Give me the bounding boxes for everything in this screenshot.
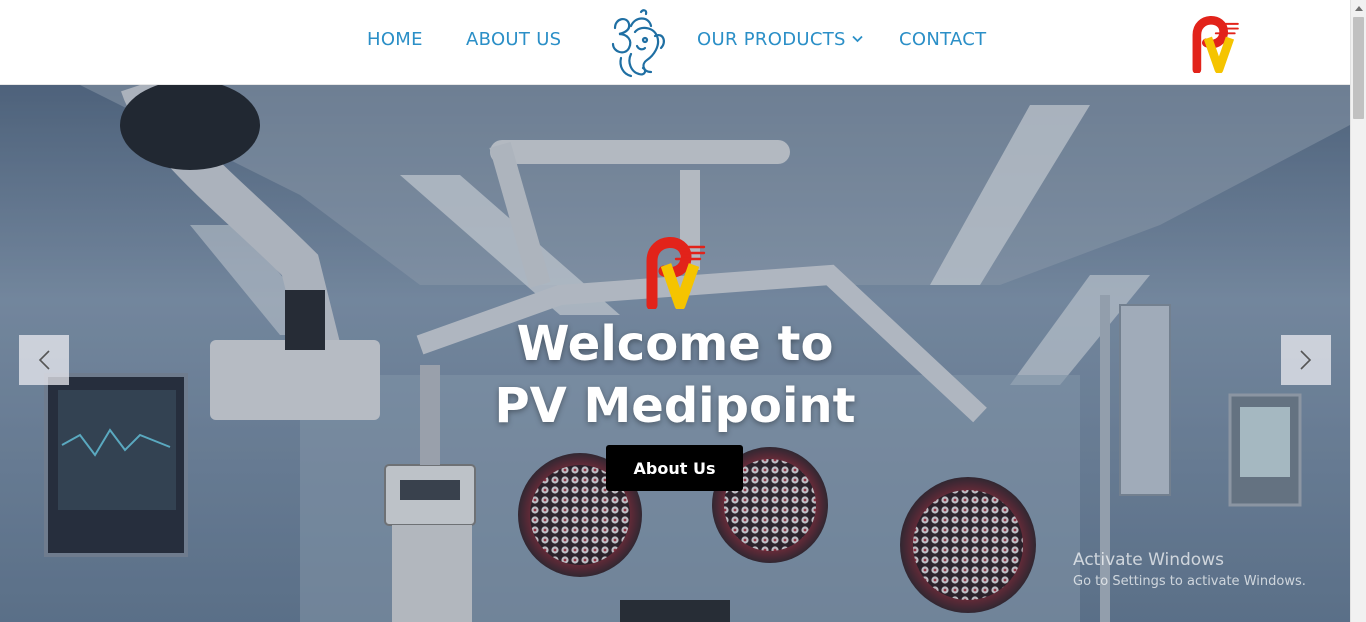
carousel-prev-button[interactable] [19,335,69,385]
chevron-down-icon [852,35,863,42]
nav-products-link[interactable]: OUR PRODUCTS [697,29,863,50]
scrollbar-thumb[interactable] [1353,17,1364,119]
watermark-subtitle: Go to Settings to activate Windows. [1073,574,1306,589]
hero-carousel: Welcome to PV Medipoint About Us [0,85,1350,622]
hero-title-line2: PV Medipoint [494,378,856,434]
pv-logo-icon[interactable] [1189,11,1241,73]
nav-contact-link[interactable]: CONTACT [899,29,986,50]
chevron-right-icon [1300,350,1312,370]
nav-home-link[interactable]: HOME [367,29,423,50]
activate-windows-watermark: Activate Windows Go to Settings to activ… [1073,549,1306,591]
carousel-next-button[interactable] [1281,335,1331,385]
page-scrollbar[interactable] [1350,0,1366,622]
nav-products-label: OUR PRODUCTS [697,29,846,50]
hero-title: Welcome to PV Medipoint [0,313,1350,437]
hero-title-line1: Welcome to [516,316,834,372]
scroll-up-arrow-icon[interactable] [1351,0,1366,16]
ganesha-om-icon[interactable] [601,6,677,80]
about-us-button[interactable]: About Us [606,445,743,491]
pv-logo-icon [646,237,706,309]
navbar: HOME ABOUT US OUR PRODUCTS CONTACT [0,0,1350,85]
chevron-left-icon [38,350,50,370]
watermark-title: Activate Windows [1073,550,1224,570]
page: HOME ABOUT US OUR PRODUCTS CONTACT Welco… [0,0,1366,622]
nav-about-link[interactable]: ABOUT US [466,29,561,50]
